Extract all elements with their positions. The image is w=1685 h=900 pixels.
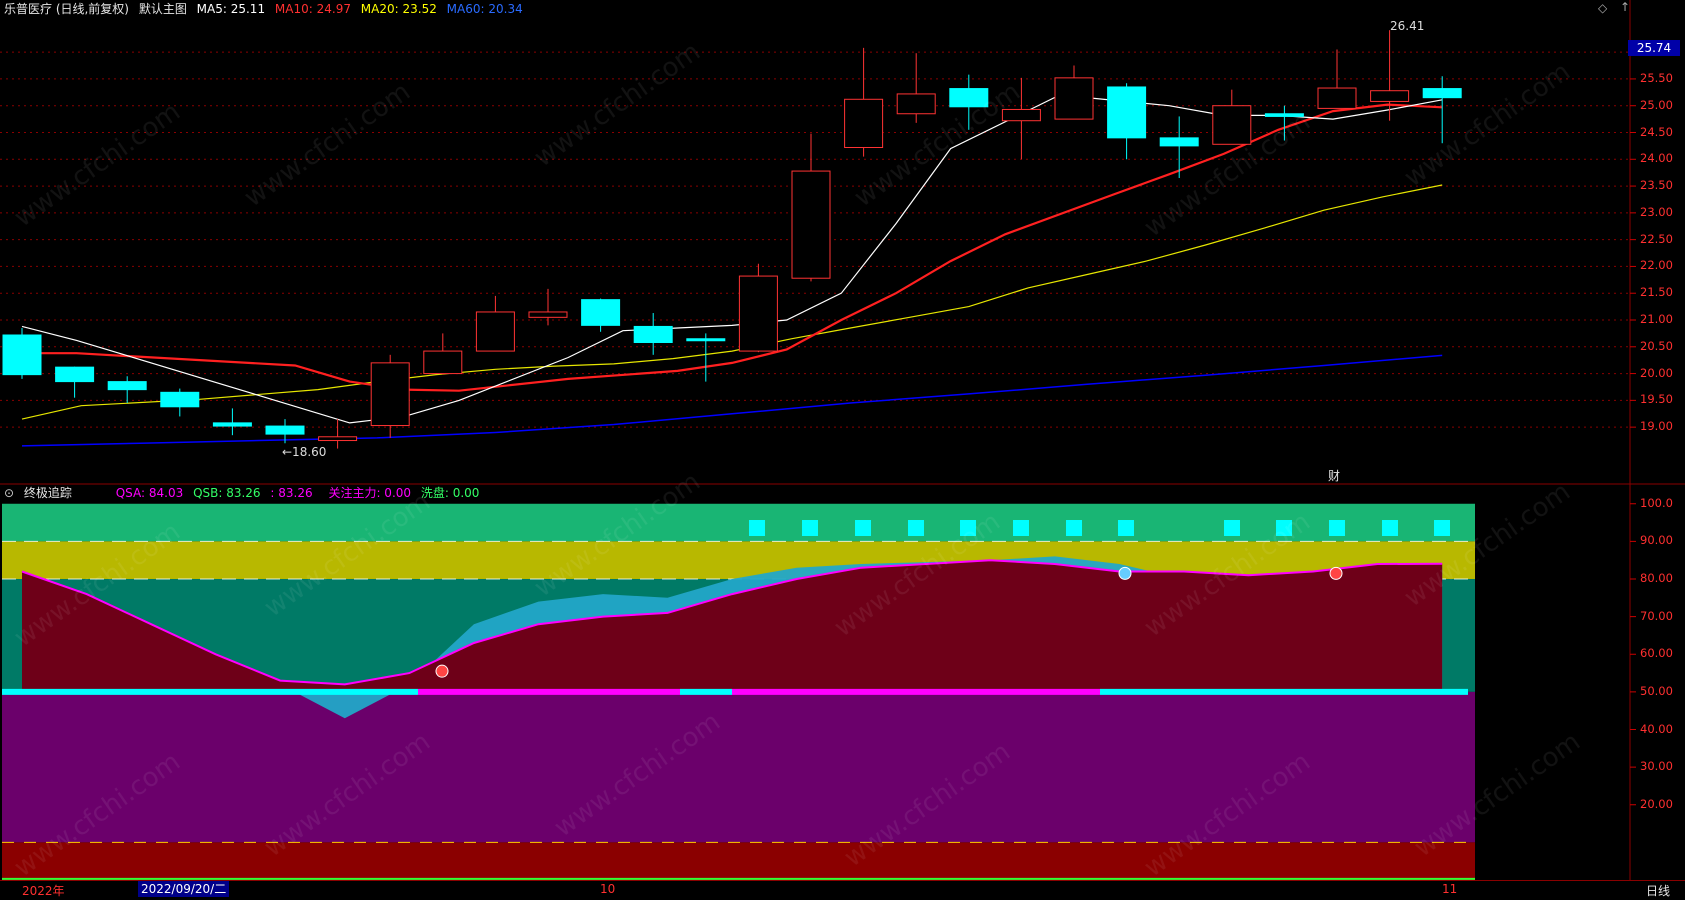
- price-tick-label: 24.50: [1640, 124, 1673, 139]
- midline-segment: [680, 688, 732, 695]
- signal-square: [1434, 520, 1450, 536]
- indicator-tick-label: 30.00: [1640, 759, 1673, 774]
- candle-body: [633, 325, 673, 343]
- candle-body: [1422, 88, 1462, 99]
- month-nov-label: 11: [1442, 882, 1458, 896]
- signal-square: [1066, 520, 1082, 536]
- year-label: 2022年: [22, 884, 65, 898]
- candle-body: [528, 311, 568, 318]
- price-tick-label: 23.50: [1640, 178, 1673, 193]
- price-tick-label: 20.50: [1640, 338, 1673, 353]
- candle-body: [738, 275, 778, 352]
- candle-body: [896, 93, 936, 115]
- candle-body: [1370, 90, 1410, 102]
- midline-segment: [1100, 688, 1468, 695]
- indicator-tick-label: 100.0: [1640, 495, 1673, 510]
- candle-body: [1001, 108, 1041, 122]
- zone-band-red: [2, 842, 1475, 880]
- month-oct-label: 10: [600, 882, 616, 896]
- candle-body: [844, 98, 884, 148]
- candle-body: [265, 425, 305, 435]
- ma10-line: [22, 103, 1443, 392]
- ma20-line: [21, 184, 1443, 420]
- candle-body: [581, 299, 621, 326]
- candle-body: [370, 362, 410, 427]
- candle-body: [423, 350, 463, 375]
- zone-band-purple: [2, 691, 1475, 843]
- candle-body: [55, 366, 95, 383]
- signal-square: [1329, 520, 1345, 536]
- candle-body: [1212, 105, 1252, 145]
- focus-label: 关注主力: 0.00: [328, 486, 412, 500]
- signal-square: [908, 520, 924, 536]
- extra-label: : 83.26: [270, 486, 313, 500]
- zone-band-top: [2, 503, 1475, 542]
- price-tick-label: 25.00: [1640, 97, 1673, 112]
- zone-band-yellow: [2, 541, 1475, 580]
- price-tick-label: 21.50: [1640, 285, 1673, 300]
- candle-body: [475, 311, 515, 352]
- signal-square: [1118, 520, 1134, 536]
- price-tick-label: 22.00: [1640, 258, 1673, 273]
- midline-segment: [2, 688, 418, 695]
- indicator-toggle-icon[interactable]: ⊙: [4, 486, 14, 500]
- price-tick-label: 24.00: [1640, 151, 1673, 166]
- price-tick-label: 23.00: [1640, 204, 1673, 219]
- high-price-label: 26.41: [1390, 19, 1425, 33]
- candle-body: [1317, 87, 1357, 109]
- current-price-tag: 25.74: [1628, 40, 1680, 56]
- midline-segment: [732, 688, 1100, 695]
- candle-body: [1159, 137, 1199, 147]
- indicator-tick-label: 60.00: [1640, 646, 1673, 661]
- candle-body: [791, 170, 831, 279]
- candle-body: [318, 436, 358, 442]
- indicator-tick-label: 20.00: [1640, 796, 1673, 811]
- indicator-tick-label: 40.00: [1640, 721, 1673, 736]
- signal-square: [749, 520, 765, 536]
- candle-body: [949, 88, 989, 108]
- signal-square: [1276, 520, 1292, 536]
- candle-body: [1107, 86, 1147, 139]
- selected-date[interactable]: 2022/09/20/二: [138, 881, 230, 897]
- price-tick-label: 22.50: [1640, 231, 1673, 246]
- candle-body: [2, 334, 42, 376]
- indicator-tick-label: 50.00: [1640, 683, 1673, 698]
- signal-square: [1382, 520, 1398, 536]
- qsb-label: QSB: 83.26: [193, 486, 261, 500]
- signal-square: [1013, 520, 1029, 536]
- signal-square: [1224, 520, 1240, 536]
- qsa-label: QSA: 84.03: [115, 486, 184, 500]
- sell-marker: [1118, 566, 1132, 580]
- buy-marker: [435, 664, 449, 678]
- indicator-tick-label: 70.00: [1640, 608, 1673, 623]
- low-price-label: ←18.60: [282, 445, 327, 459]
- price-tick-label: 19.00: [1640, 419, 1673, 434]
- price-tick-label: 25.50: [1640, 70, 1673, 85]
- signal-square: [855, 520, 871, 536]
- indicator-tick-label: 80.00: [1640, 571, 1673, 585]
- time-axis: [0, 880, 1685, 900]
- indicator-header: ⊙ 终极追踪 QSA: 84.03 QSB: 83.26 : 83.26 关注主…: [4, 484, 485, 501]
- wash-label: 洗盘: 0.00: [420, 486, 480, 500]
- buy-marker: [1329, 566, 1343, 580]
- candle-body: [1264, 113, 1304, 117]
- price-tick-label: 21.00: [1640, 312, 1673, 326]
- candle-body: [212, 422, 252, 427]
- candle-body: [1054, 77, 1094, 120]
- indicator-tick-label: 90.00: [1640, 533, 1673, 548]
- signal-square: [802, 520, 818, 536]
- candle-body: [686, 338, 726, 342]
- finance-marker[interactable]: 财: [1328, 467, 1340, 484]
- signal-square: [960, 520, 976, 536]
- chart-canvas[interactable]: [0, 0, 1685, 899]
- price-tick-label: 20.00: [1640, 365, 1673, 380]
- indicator-title[interactable]: 终极追踪: [24, 486, 72, 500]
- midline-segment: [418, 688, 680, 695]
- price-tick-label: 19.50: [1640, 392, 1673, 407]
- candle-body: [107, 381, 147, 391]
- candle-body: [160, 391, 200, 408]
- period-button[interactable]: 日线: [1646, 882, 1670, 899]
